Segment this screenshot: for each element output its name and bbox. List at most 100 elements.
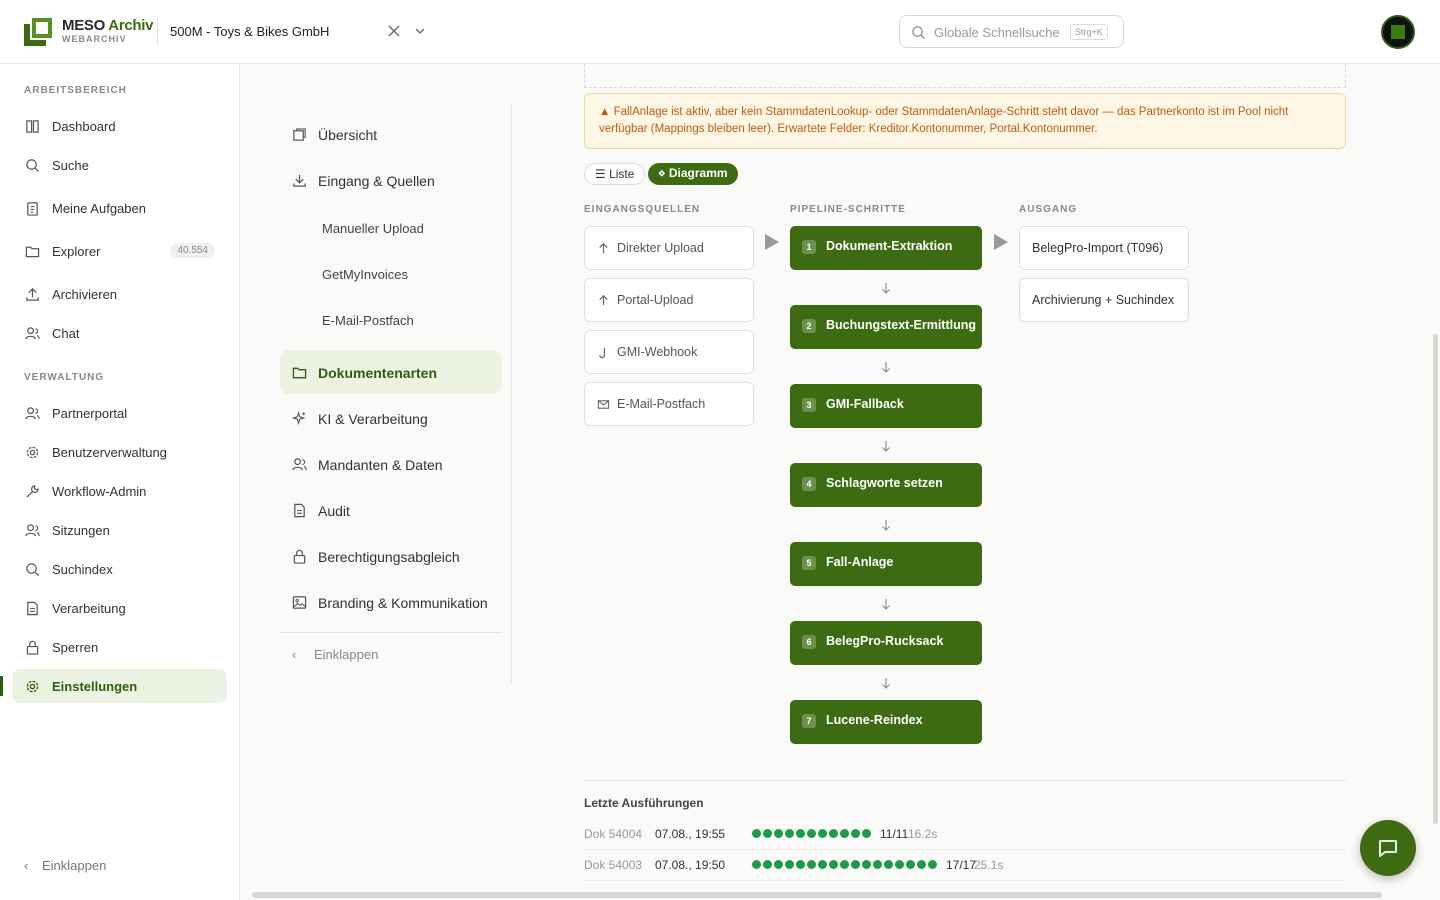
mail-icon (597, 400, 610, 409)
sidebar-item-explorer[interactable]: Explorer 40.554 (12, 234, 227, 268)
sidebar-item-dashboard[interactable]: Dashboard (12, 109, 227, 143)
settings-tab-audit[interactable]: Audit (280, 488, 502, 532)
run-doc[interactable]: Dok 54003 (584, 858, 642, 872)
settings-subtab-email[interactable]: E-Mail-Postfach (280, 298, 502, 342)
step-status-dot (785, 860, 794, 869)
sidebar-item-workflow-admin[interactable]: Workflow-Admin (12, 474, 227, 508)
sidebar-item-label: Partnerportal (52, 406, 128, 421)
sidebar-item-benutzerverwaltung[interactable]: Benutzerverwaltung (12, 435, 227, 469)
run-step-dots (752, 860, 937, 870)
sidebar-item-label: Explorer (52, 244, 101, 259)
global-search[interactable]: Strg+K (899, 15, 1124, 48)
gear-icon (26, 680, 39, 693)
settings-tab-dokumentenarten[interactable]: Dokumentenarten (280, 350, 502, 394)
settings-subtab-getmyinvoices[interactable]: GetMyInvoices (280, 252, 502, 296)
sidebar-item-suche[interactable]: Suche (12, 148, 227, 182)
sidebar-item-suchindex[interactable]: Suchindex (12, 552, 227, 586)
step-status-dot (818, 829, 827, 838)
sidebar-item-aufgaben[interactable]: Meine Aufgaben (12, 191, 227, 225)
source-portal-upload[interactable]: Portal-Upload (584, 278, 754, 322)
sidebar-item-label: Suche (52, 158, 89, 173)
pipeline-step[interactable]: 6 BelegPro-Rucksack (790, 621, 982, 665)
arrow-down-icon (882, 678, 890, 689)
run-row[interactable]: Dok 54004 07.08., 19:55 11/11 16.2s (584, 820, 1346, 850)
chevron-left-icon: ‹ (292, 647, 297, 662)
sidebar-item-label: Dashboard (52, 119, 116, 134)
arrow-up-icon (599, 243, 608, 254)
horizontal-scrollbar[interactable] (240, 890, 1432, 900)
run-duration: 16.2s (908, 827, 938, 841)
search-icon (26, 159, 40, 173)
run-row[interactable]: Dok 54003 07.08., 19:50 17/17 25.1s (584, 851, 1346, 881)
sidebar-item-archivieren[interactable]: Archivieren (12, 277, 227, 311)
search-input[interactable] (934, 22, 1064, 42)
settings-tab-mandanten[interactable]: Mandanten & Daten (280, 442, 502, 486)
step-status-dot (928, 860, 937, 869)
pipeline-step[interactable]: 5 Fall-Anlage (790, 542, 982, 586)
pipeline-step[interactable]: 1 Dokument-Extraktion (790, 226, 982, 270)
column-header-steps: PIPELINE-SCHRITTE (790, 204, 906, 215)
sidebar-item-partnerportal[interactable]: Partnerportal (12, 396, 227, 430)
sidebar-item-einstellungen[interactable]: Einstellungen (12, 669, 227, 703)
step-status-dot (796, 829, 805, 838)
output-archivierung[interactable]: Archivierung + Suchindex (1019, 278, 1189, 322)
sidebar-item-chat[interactable]: Chat (12, 316, 227, 350)
chat-bubble-icon (1379, 840, 1397, 857)
chevron-down-icon[interactable] (414, 25, 426, 37)
output-belegpro-import[interactable]: BelegPro-Import (T096) (1019, 226, 1189, 270)
vertical-scrollbar[interactable] (1432, 64, 1440, 900)
runs-divider (584, 780, 1346, 781)
run-doc[interactable]: Dok 54004 (584, 827, 642, 841)
settings-collapse-button[interactable]: ‹ Einklappen (292, 647, 378, 662)
header-divider (157, 18, 158, 46)
step-status-dot (785, 829, 794, 838)
arrow-down-icon (882, 599, 890, 610)
settings-tab-ki[interactable]: KI & Verarbeitung (280, 396, 502, 440)
sidebar: ARBEITSBEREICH Dashboard Suche Meine Auf… (0, 64, 240, 900)
sidebar-item-label: Sperren (52, 640, 99, 655)
column-header-sources: EINGANGSQUELLEN (584, 204, 701, 215)
flow-arrow-icon (765, 234, 779, 250)
sidebar-item-label: Benutzerverwaltung (52, 445, 167, 460)
download-icon (293, 174, 306, 187)
sidebar-collapse-button[interactable]: ‹ Einklappen (24, 858, 106, 873)
previous-panel-edge (584, 64, 1346, 88)
avatar[interactable] (1381, 15, 1415, 49)
tenant-name[interactable]: 500M - Toys & Bikes GmbH (170, 24, 329, 39)
run-time: 07.08., 19:50 (655, 858, 726, 872)
settings-tab-branding[interactable]: Branding & Kommunikation (280, 580, 502, 624)
view-toggle-list[interactable]: ☰ Liste (584, 163, 646, 185)
sidebar-item-verarbeitung[interactable]: Verarbeitung (12, 591, 227, 625)
chat-fab-button[interactable] (1360, 820, 1416, 876)
settings-tab-uebersicht[interactable]: Übersicht (280, 112, 502, 156)
folder-icon (292, 367, 307, 379)
step-status-dot (774, 829, 783, 838)
settings-tab-eingang[interactable]: Eingang & Quellen (280, 158, 502, 202)
settings-nav: Übersicht Eingang & Quellen Manueller Up… (280, 104, 512, 684)
step-status-dot (829, 860, 838, 869)
pipeline-step[interactable]: 4 Schlagworte setzen (790, 463, 982, 507)
pipeline-step[interactable]: 7 Lucene-Reindex (790, 700, 982, 744)
folder-icon (25, 246, 40, 258)
step-status-dot (851, 829, 860, 838)
document-icon (27, 601, 38, 616)
close-icon[interactable] (386, 23, 402, 39)
search-shortcut: Strg+K (1070, 24, 1108, 40)
settings-tab-berechtigungen[interactable]: Berechtigungsabgleich (280, 534, 502, 578)
wrench-icon (26, 485, 39, 498)
flow-arrow-icon (994, 234, 1008, 250)
lock-icon (293, 549, 306, 564)
source-gmi-webhook[interactable]: GMI-Webhook (584, 330, 754, 374)
sidebar-item-sitzungen[interactable]: Sitzungen (12, 513, 227, 547)
view-toggle-diagram[interactable]: ⋄ Diagramm (648, 163, 738, 185)
source-direkter-upload[interactable]: Direkter Upload (584, 226, 754, 270)
count-badge: 40.554 (170, 243, 215, 258)
step-status-dot (807, 860, 816, 869)
pipeline-step[interactable]: 2 Buchungstext-Ermittlung (790, 305, 982, 349)
settings-subtab-manueller-upload[interactable]: Manueller Upload (280, 206, 502, 250)
sidebar-item-sperren[interactable]: Sperren (12, 630, 227, 664)
source-email-postfach[interactable]: E-Mail-Postfach (584, 382, 754, 426)
settings-nav-divider (280, 632, 502, 633)
pipeline-step[interactable]: 3 GMI-Fallback (790, 384, 982, 428)
active-indicator (0, 676, 3, 696)
